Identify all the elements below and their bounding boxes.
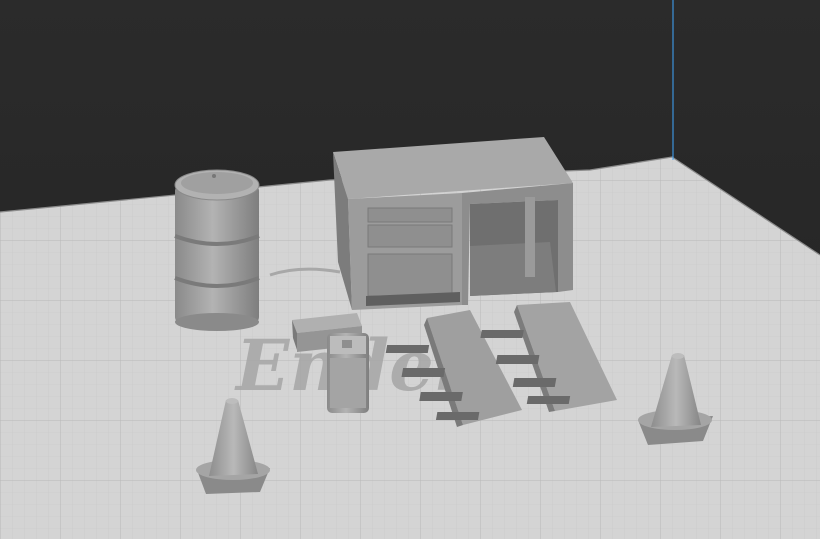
oil-drum-model[interactable]	[174, 169, 260, 331]
jerry-can-model[interactable]	[327, 333, 369, 413]
scene-canvas[interactable]: Ender	[0, 0, 820, 539]
3d-viewport[interactable]: Ender	[0, 0, 820, 539]
workbench-model[interactable]	[333, 137, 573, 310]
